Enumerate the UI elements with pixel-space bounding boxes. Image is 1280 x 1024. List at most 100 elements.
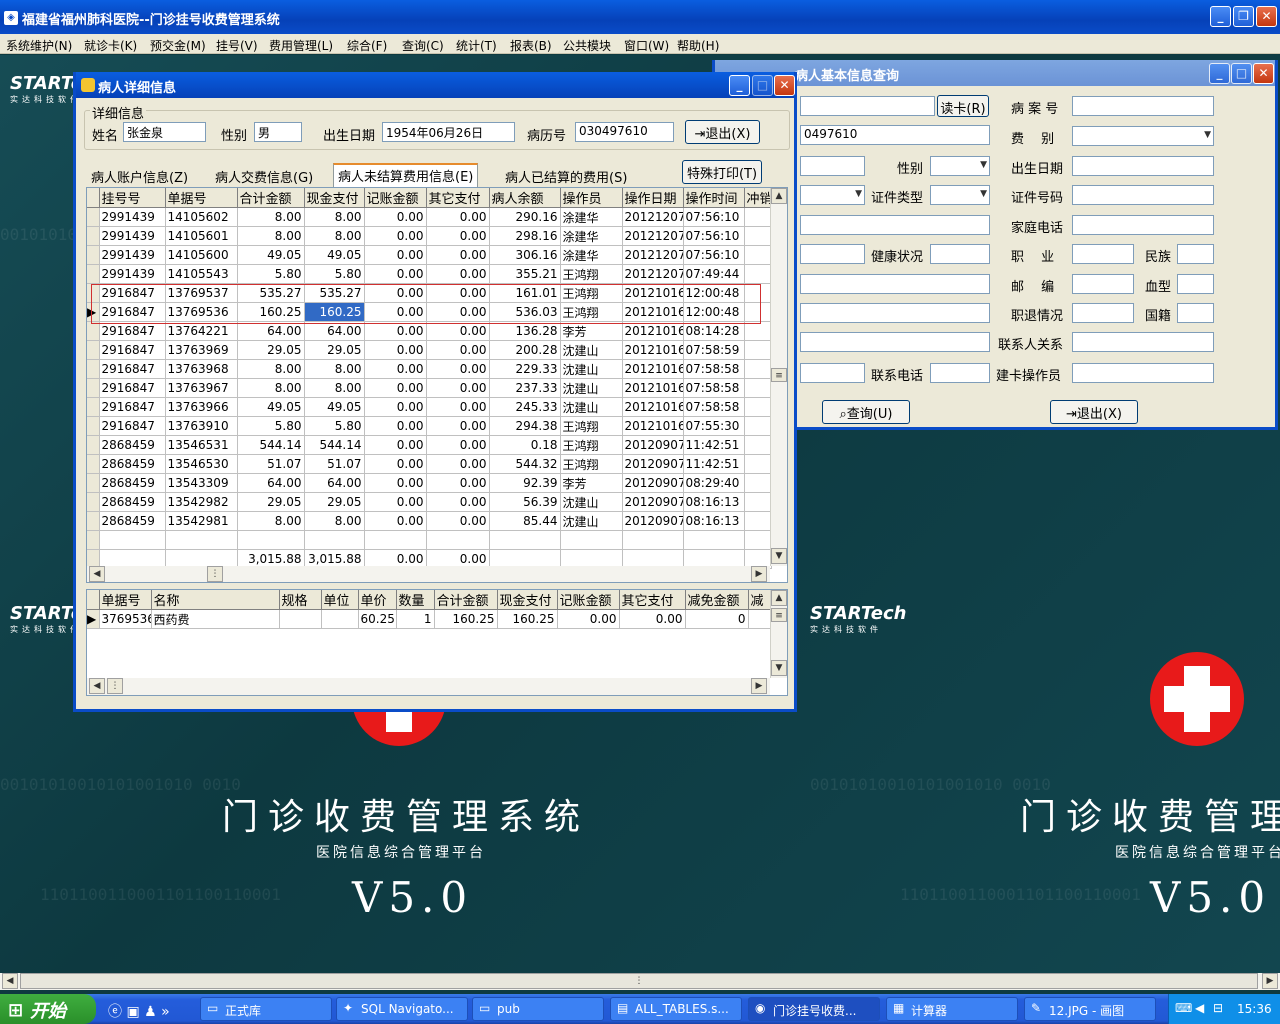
table-cell[interactable]: 13769536 xyxy=(165,302,238,322)
table-cell[interactable]: 14105600 xyxy=(165,245,238,265)
table-cell[interactable] xyxy=(622,530,684,550)
taskbar-item[interactable]: ▤ ALL_TABLES.s... xyxy=(610,997,742,1021)
table-cell[interactable]: 0.00 xyxy=(364,454,427,474)
table-row[interactable]: 2868459 13542981 8.00 8.00 0.00 0.00 85.44 沈建山 2… xyxy=(87,511,772,531)
col-header[interactable]: 单价 xyxy=(358,590,397,610)
table-cell[interactable] xyxy=(279,609,322,629)
table-cell[interactable]: 20121016 xyxy=(622,378,684,398)
table-cell[interactable]: 王鸿翔 xyxy=(560,454,623,474)
contact-relation-field[interactable] xyxy=(1072,332,1214,352)
table-cell[interactable]: 49.05 xyxy=(237,397,305,417)
table-cell[interactable]: 8.00 xyxy=(304,226,365,246)
table-cell[interactable]: 13542982 xyxy=(165,492,238,512)
col-header[interactable]: 合计金额 xyxy=(237,188,305,208)
table-cell[interactable]: 5.80 xyxy=(237,264,305,284)
country-field[interactable] xyxy=(1177,303,1214,323)
table-cell[interactable]: 07:58:58 xyxy=(683,397,745,417)
table-cell[interactable] xyxy=(489,530,561,550)
ie-icon[interactable]: ⓔ xyxy=(108,1004,122,1020)
table-cell[interactable]: 2916847 xyxy=(99,302,166,322)
menu-help[interactable]: 帮助(H) xyxy=(677,37,719,54)
col-header[interactable]: 单据号 xyxy=(165,188,238,208)
col-header[interactable]: 挂号号 xyxy=(99,188,166,208)
scroll-right-icon[interactable]: ▶ xyxy=(751,566,767,582)
table-cell[interactable]: 20121016 xyxy=(622,321,684,341)
contact-field[interactable] xyxy=(800,303,990,323)
table-row[interactable]: 2916847 13763967 8.00 8.00 0.00 0.00 237.33 沈建山… xyxy=(87,378,772,398)
case-no-field[interactable] xyxy=(1072,96,1214,116)
taskbar-item[interactable]: ✦ SQL Navigato... xyxy=(336,997,468,1021)
table-cell[interactable]: 13546530 xyxy=(165,454,238,474)
desktop-icon[interactable]: ▣ xyxy=(126,1004,139,1020)
restore-button[interactable]: ❐ xyxy=(1233,6,1254,27)
table-cell[interactable]: 08:16:13 xyxy=(683,511,745,531)
menu-fee[interactable]: 费用管理(L) xyxy=(269,37,333,54)
table-cell[interactable]: 0.00 xyxy=(364,245,427,265)
scroll-thumb[interactable]: ⋮ xyxy=(107,678,123,694)
tab-settled[interactable]: 病人已结算的费用(S) xyxy=(501,166,631,186)
card-no-field[interactable] xyxy=(800,96,935,116)
table-cell[interactable]: 1 xyxy=(396,609,435,629)
scroll-down-icon[interactable]: ▼ xyxy=(771,548,787,564)
table-cell[interactable] xyxy=(99,530,166,550)
table-cell[interactable]: 2991439 xyxy=(99,264,166,284)
table-cell[interactable] xyxy=(744,283,772,303)
col-header[interactable]: 记账金额 xyxy=(557,590,620,610)
table-cell[interactable] xyxy=(744,454,772,474)
table-cell[interactable]: 0.00 xyxy=(426,435,490,455)
scroll-thumb[interactable]: ≡ xyxy=(771,608,787,622)
table-cell[interactable]: 07:56:10 xyxy=(683,245,745,265)
postcode-field[interactable] xyxy=(1072,274,1134,294)
table-cell[interactable]: 0.00 xyxy=(426,454,490,474)
table-cell[interactable]: 2916847 xyxy=(99,359,166,379)
col-header[interactable]: 单位 xyxy=(321,590,359,610)
table-cell[interactable]: 29.05 xyxy=(304,492,365,512)
scroll-down-icon[interactable]: ▼ xyxy=(771,660,787,676)
table-cell[interactable] xyxy=(744,302,772,322)
table-cell[interactable]: 08:29:40 xyxy=(683,473,745,493)
work-field[interactable] xyxy=(800,244,865,264)
table-cell[interactable] xyxy=(744,378,772,398)
case-no-value[interactable]: 0497610 xyxy=(800,125,990,145)
table-cell[interactable]: 0.00 xyxy=(426,397,490,417)
table-cell[interactable]: 8.00 xyxy=(304,511,365,531)
table-cell[interactable]: 20121016 xyxy=(622,340,684,360)
table-cell[interactable]: 沈建山 xyxy=(560,511,623,531)
table-row[interactable]: 2916847 13763969 29.05 29.05 0.00 0.00 200.28 沈… xyxy=(87,340,772,360)
table-row[interactable]: 2916847 13764221 64.00 64.00 0.00 0.00 136.28 李… xyxy=(87,321,772,341)
table-cell[interactable]: 64.00 xyxy=(304,473,365,493)
table-cell[interactable] xyxy=(426,530,490,550)
table-cell[interactable]: 136.28 xyxy=(489,321,561,341)
minimize-button[interactable]: _ xyxy=(1210,6,1231,27)
table-cell[interactable]: 0 xyxy=(685,609,749,629)
col-header[interactable]: 减 xyxy=(748,590,772,610)
table-cell[interactable]: 13763969 xyxy=(165,340,238,360)
table-cell[interactable]: 13769537 xyxy=(165,283,238,303)
birth-field[interactable]: 1954年06月26日 xyxy=(382,122,515,142)
table-cell[interactable]: 92.39 xyxy=(489,473,561,493)
table-cell[interactable]: 西药费 xyxy=(151,609,280,629)
table-cell[interactable]: 20121207 xyxy=(622,207,684,227)
table-cell[interactable] xyxy=(748,609,772,629)
table-cell[interactable]: 245.33 xyxy=(489,397,561,417)
table-cell[interactable]: 20120907 xyxy=(622,454,684,474)
table-cell[interactable]: 8.00 xyxy=(304,359,365,379)
table-cell[interactable]: 5.80 xyxy=(304,416,365,436)
table-cell[interactable]: 13763966 xyxy=(165,397,238,417)
table-cell[interactable]: 0.00 xyxy=(426,511,490,531)
table-cell[interactable]: 李芳 xyxy=(560,321,623,341)
menu-card[interactable]: 就诊卡(K) xyxy=(84,37,137,54)
table-cell[interactable]: 0.00 xyxy=(426,473,490,493)
table-cell[interactable]: 535.27 xyxy=(304,283,365,303)
col-header[interactable]: 操作日期 xyxy=(622,188,684,208)
col-header[interactable]: 操作员 xyxy=(560,188,623,208)
table-cell[interactable]: 王鸿翔 xyxy=(560,264,623,284)
table-row[interactable]: 2916847 13769537 535.27 535.27 0.00 0.00 161.0… xyxy=(87,283,772,303)
table-cell[interactable] xyxy=(744,511,772,531)
main-horizontal-scrollbar[interactable]: ◀ ⋮ ▶ xyxy=(0,973,1280,990)
table-cell[interactable]: 0.00 xyxy=(426,416,490,436)
table-row[interactable]: 2868459 13543309 64.00 64.00 0.00 0.00 92.39 李芳… xyxy=(87,473,772,493)
table-cell[interactable] xyxy=(744,359,772,379)
col-header[interactable]: 病人余额 xyxy=(489,188,561,208)
table-cell[interactable]: 13543309 xyxy=(165,473,238,493)
